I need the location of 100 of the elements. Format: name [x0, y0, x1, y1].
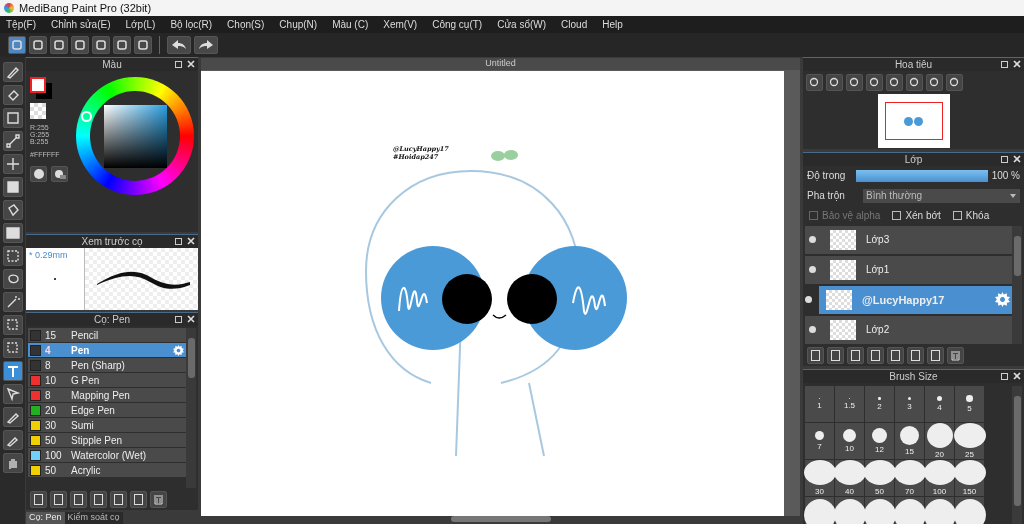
menu-item[interactable]: Chỉnh sửa(E): [51, 19, 111, 30]
panel-action-icon[interactable]: [70, 490, 87, 508]
document-tab[interactable]: Untitled: [201, 58, 800, 70]
panel-tab[interactable]: Cọ: Pen: [26, 512, 65, 524]
menu-item[interactable]: Help: [602, 19, 623, 30]
menu-item[interactable]: Xem(V): [383, 19, 418, 30]
panel-action-icon[interactable]: [827, 346, 844, 364]
brush-size-option[interactable]: 20: [925, 423, 954, 459]
brush-size-option[interactable]: 70: [895, 460, 924, 496]
brush-size-option[interactable]: 4: [925, 386, 954, 422]
brush-size-option[interactable]: [955, 497, 984, 524]
brush-size-option[interactable]: 3: [895, 386, 924, 422]
move-icon[interactable]: [2, 154, 23, 174]
canvas-thumbnail[interactable]: [877, 94, 950, 148]
brush-size-option[interactable]: 7: [805, 423, 834, 459]
rectangle-icon[interactable]: [2, 108, 23, 128]
menu-item[interactable]: Cửa sổ(W): [497, 19, 547, 30]
brush-size-option[interactable]: 150: [955, 460, 984, 496]
panel-action-icon[interactable]: [867, 346, 884, 364]
brush-size-option[interactable]: [835, 497, 864, 524]
panel-action-icon[interactable]: [90, 490, 107, 508]
brush-size-option[interactable]: [805, 497, 834, 524]
brush-item[interactable]: 50 Stipple Pen: [28, 433, 186, 447]
square-icon[interactable]: [2, 177, 23, 197]
menu-item[interactable]: Tệp(F): [6, 19, 36, 30]
color-swatches[interactable]: [30, 77, 54, 101]
menu-item[interactable]: Bộ lọc(R): [170, 19, 213, 30]
brush-icon[interactable]: [2, 62, 23, 82]
panel-controls-icon[interactable]: [175, 60, 195, 68]
brush-item[interactable]: 8 Mapping Pen: [28, 388, 186, 402]
menu-item[interactable]: Chụp(N): [279, 19, 318, 30]
layer-item[interactable]: Lớp1: [805, 255, 1012, 284]
transparent-swatch[interactable]: [30, 103, 46, 119]
text-icon[interactable]: [2, 361, 23, 381]
redo-icon[interactable]: [194, 36, 218, 54]
menu-item[interactable]: Cloud: [561, 19, 588, 30]
line-tool-icon[interactable]: [2, 131, 23, 151]
brush-size-option[interactable]: 10: [835, 423, 864, 459]
brush-size-option[interactable]: 25: [955, 423, 984, 459]
panel-controls-icon[interactable]: [175, 237, 195, 245]
brush-item[interactable]: 100 Watercolor (Wet): [28, 448, 186, 462]
panel-controls-icon[interactable]: [175, 315, 195, 323]
gear-icon[interactable]: [995, 292, 1010, 308]
layer-item[interactable]: Lớp3: [805, 225, 1012, 254]
panel-action-icon[interactable]: [907, 346, 924, 364]
panel-controls-icon[interactable]: [1001, 372, 1021, 380]
panel-action-icon[interactable]: [847, 346, 864, 364]
brush-item[interactable]: 30 Sumi: [28, 418, 186, 432]
brush-item[interactable]: 20 Edge Pen: [28, 403, 186, 417]
panel-action-icon[interactable]: [927, 346, 944, 364]
brush-item[interactable]: 15 Pencil: [28, 328, 186, 342]
brush-size-option[interactable]: 1.5: [835, 386, 864, 422]
lasso-icon[interactable]: [2, 269, 23, 289]
visibility-icon[interactable]: [809, 326, 816, 334]
brush-item[interactable]: 50 Acrylic: [28, 463, 186, 477]
brush-item[interactable]: 8 Pen (Sharp): [28, 358, 186, 372]
brush-size-option[interactable]: 50: [865, 460, 894, 496]
panel-controls-icon[interactable]: [1001, 155, 1021, 163]
brush-size-option[interactable]: 15: [895, 423, 924, 459]
panel-action-icon[interactable]: [807, 346, 824, 364]
panel-action-icon[interactable]: [110, 490, 127, 508]
panel-tab[interactable]: Kiểm soát cọ: [64, 512, 123, 524]
menu-item[interactable]: Công cụ(T): [432, 19, 483, 30]
dotted-rectangle-icon[interactable]: [2, 246, 23, 266]
shape-pointer-icon[interactable]: [2, 384, 23, 404]
gear-icon[interactable]: [173, 344, 184, 356]
brush-size-option[interactable]: 5: [955, 386, 984, 422]
menu-item[interactable]: Lớp(L): [125, 19, 156, 30]
brush-size-option[interactable]: 12: [865, 423, 894, 459]
brush-size-option[interactable]: 1: [805, 386, 834, 422]
gradient-icon[interactable]: [2, 223, 23, 243]
menu-item[interactable]: Chọn(S): [227, 19, 265, 30]
visibility-icon[interactable]: [809, 236, 816, 244]
panel-action-icon[interactable]: [50, 490, 67, 508]
panel-action-icon[interactable]: [30, 490, 47, 508]
undo-icon[interactable]: [167, 36, 191, 54]
eraser-icon[interactable]: [2, 85, 23, 105]
scrollbar[interactable]: [1012, 386, 1022, 524]
pen-icon[interactable]: [2, 407, 23, 427]
scrollbar[interactable]: [186, 328, 196, 488]
opacity-slider[interactable]: [856, 169, 988, 182]
checkbox[interactable]: Xén bớt: [892, 210, 941, 222]
brush-size-option[interactable]: 40: [835, 460, 864, 496]
menu-item[interactable]: Màu (C): [332, 19, 369, 30]
panel-action-icon[interactable]: [130, 490, 147, 508]
scrollbar[interactable]: [1012, 225, 1022, 345]
brush-size-option[interactable]: [925, 497, 954, 524]
scrollbar[interactable]: [201, 516, 800, 524]
visibility-icon[interactable]: [805, 296, 812, 304]
brush-size-option[interactable]: 2: [865, 386, 894, 422]
brush-size-option[interactable]: [895, 497, 924, 524]
panel-controls-icon[interactable]: [1001, 60, 1021, 68]
checkbox[interactable]: Khóa: [952, 210, 990, 222]
panel-action-icon[interactable]: [887, 346, 904, 364]
blend-mode-dropdown[interactable]: Bình thường: [863, 188, 1020, 203]
brush-size-option[interactable]: [865, 497, 894, 524]
brush-size-option[interactable]: 30: [805, 460, 834, 496]
visibility-icon[interactable]: [809, 266, 816, 274]
wand-icon[interactable]: [2, 292, 23, 312]
brush-item[interactable]: 10 G Pen: [28, 373, 186, 387]
